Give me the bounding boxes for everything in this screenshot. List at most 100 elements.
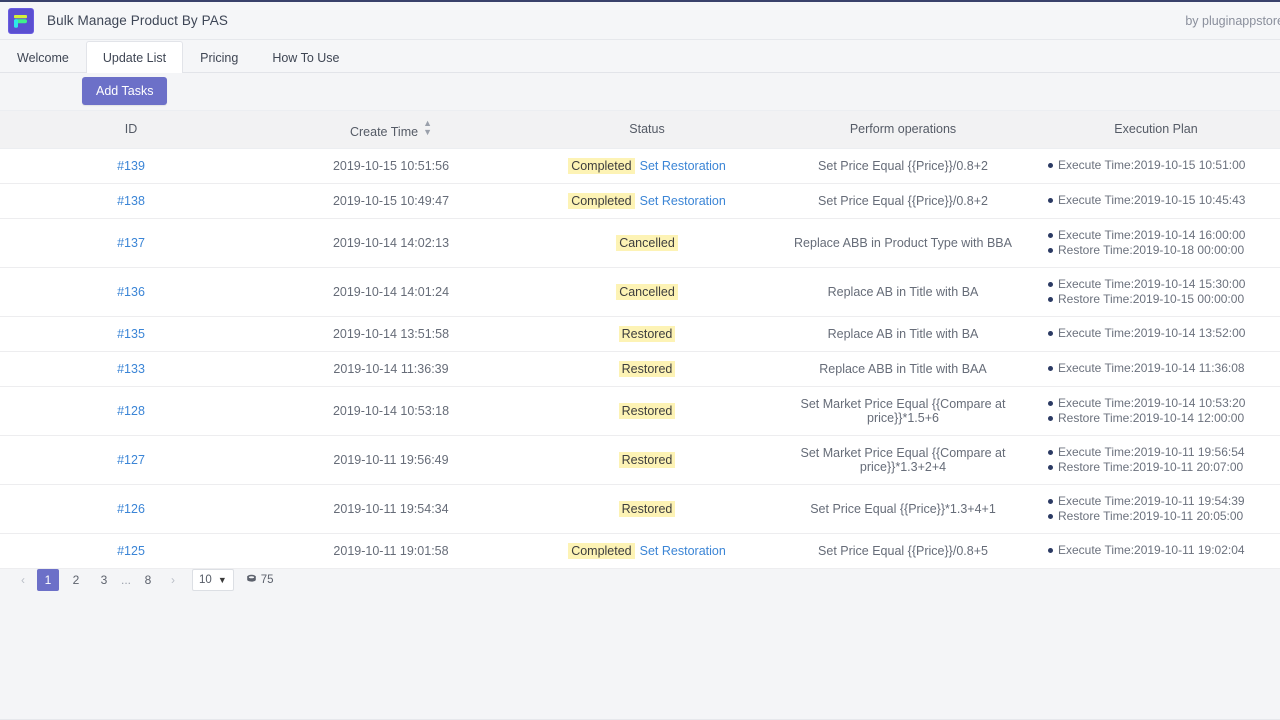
set-restoration-link[interactable]: Set Restoration [640, 544, 726, 558]
column-header-status: Status [520, 109, 774, 149]
bullet-icon [1048, 281, 1053, 287]
table-row: #136 2019-10-14 14:01:24 Cancelled Replace … [0, 267, 1280, 317]
page-size-select[interactable]: 10 ▼ [192, 568, 234, 591]
status-badge: Restored [618, 360, 676, 377]
cell-execution-plan: Execute Time:2019-10-14 15:30:00 Restore … [1032, 267, 1280, 317]
add-tasks-button[interactable]: Add Tasks [82, 77, 168, 106]
task-id-link[interactable]: #137 [117, 236, 145, 250]
cell-operation: Set Price Equal {{Price}}/0.8+2 [774, 183, 1032, 219]
bullet-icon [1048, 548, 1053, 554]
cell-operation: Set Price Equal {{Price}}*1.3+4+1 [774, 484, 1032, 534]
total-count: 75 [246, 574, 274, 586]
bullet-icon [1048, 331, 1053, 337]
execution-plan-line: Restore Time:2019-10-18 00:00:00 [1048, 243, 1274, 258]
cell-operation: Replace AB in Title with BA [774, 316, 1032, 352]
bullet-icon [1048, 247, 1053, 253]
task-id-link[interactable]: #135 [117, 327, 145, 341]
cell-id: #126 [0, 484, 262, 534]
pagination-page-1[interactable]: 1 [37, 568, 59, 591]
cell-execution-plan: Execute Time:2019-10-14 10:53:20 Restore … [1032, 386, 1280, 436]
task-id-link[interactable]: #138 [117, 194, 145, 208]
task-id-link[interactable]: #128 [117, 404, 145, 418]
column-header-execution-plan: Execution Plan [1032, 109, 1280, 149]
task-id-link[interactable]: #125 [117, 544, 145, 558]
execution-plan-text: Restore Time:2019-10-11 20:05:00 [1058, 508, 1244, 523]
cell-operation: Set Price Equal {{Price}}/0.8+2 [774, 148, 1032, 184]
cell-create-time: 2019-10-14 10:53:18 [262, 386, 520, 436]
tab-how-to-use[interactable]: How To Use [255, 41, 356, 73]
status-badge: Completed [568, 542, 635, 559]
execution-plan-text: Execute Time:2019-10-14 11:36:08 [1058, 361, 1245, 376]
execution-plan-text: Execute Time:2019-10-14 10:53:20 [1058, 395, 1246, 410]
tab-bar: Welcome Update List Pricing How To Use [0, 40, 1280, 74]
tab-welcome[interactable]: Welcome [0, 41, 86, 73]
cell-create-time: 2019-10-11 19:54:34 [262, 484, 520, 534]
pagination: ‹ 1 2 3 ... 8 › 10 ▼ 75 [0, 568, 1280, 592]
bullet-icon [1048, 449, 1053, 455]
cell-execution-plan: Execute Time:2019-10-14 16:00:00 Restore … [1032, 218, 1280, 268]
cell-operation: Replace ABB in Product Type with BBA [774, 218, 1032, 268]
bullet-icon [1048, 400, 1053, 406]
cell-execution-plan: Execute Time:2019-10-15 10:51:00 [1032, 148, 1280, 184]
pagination-next-icon[interactable]: › [162, 569, 184, 591]
pagination-page-2[interactable]: 2 [65, 569, 87, 591]
column-header-create-time[interactable]: Create Time ▲ ▼ [262, 109, 520, 149]
status-badge: Restored [618, 500, 676, 517]
execution-plan-text: Execute Time:2019-10-11 19:02:04 [1058, 543, 1245, 558]
sort-toggle-icon[interactable]: ▲ ▼ [423, 118, 432, 137]
page-size-value: 10 [199, 573, 212, 586]
bullet-icon [1048, 366, 1053, 372]
task-id-link[interactable]: #126 [117, 502, 145, 516]
pagination-prev-icon[interactable]: ‹ [12, 569, 34, 591]
table-row: #126 2019-10-11 19:54:34 Restored Set Price… [0, 484, 1280, 534]
cell-status: Restored [520, 386, 774, 436]
table-row: #137 2019-10-14 14:02:13 Cancelled Replace … [0, 218, 1280, 268]
task-id-link[interactable]: #136 [117, 285, 145, 299]
status-badge: Completed [568, 157, 635, 174]
column-header-id: ID [0, 109, 262, 149]
pagination-ellipsis: ... [121, 572, 132, 587]
tab-pricing[interactable]: Pricing [183, 41, 255, 73]
execution-plan-text: Restore Time:2019-10-14 12:00:00 [1058, 410, 1245, 425]
set-restoration-link[interactable]: Set Restoration [640, 159, 726, 173]
bullet-icon [1048, 198, 1053, 204]
execution-plan-text: Execute Time:2019-10-11 19:54:39 [1058, 493, 1245, 508]
status-badge: Completed [568, 192, 635, 209]
task-id-link[interactable]: #139 [117, 159, 145, 173]
table-header-row: ID Create Time ▲ ▼ Status Perform operatio… [0, 109, 1280, 149]
total-count-value: 75 [260, 573, 274, 586]
task-id-link[interactable]: #133 [117, 362, 145, 376]
set-restoration-link[interactable]: Set Restoration [640, 194, 726, 208]
app-logo-icon [8, 7, 34, 34]
table-row: #127 2019-10-11 19:56:49 Restored Set Marke… [0, 435, 1280, 485]
pagination-page-3[interactable]: 3 [93, 569, 115, 591]
cell-create-time: 2019-10-11 19:56:49 [262, 435, 520, 485]
database-icon [246, 574, 257, 585]
cell-execution-plan: Execute Time:2019-10-11 19:02:04 [1032, 533, 1280, 569]
cell-id: #133 [0, 351, 262, 387]
cell-execution-plan: Execute Time:2019-10-14 13:52:00 [1032, 316, 1280, 352]
cell-id: #127 [0, 435, 262, 485]
status-badge: Cancelled [616, 234, 678, 251]
execution-plan-line: Execute Time:2019-10-14 16:00:00 [1048, 228, 1274, 243]
cell-status: Cancelled [520, 267, 774, 317]
task-id-link[interactable]: #127 [117, 453, 145, 467]
cell-create-time: 2019-10-14 14:01:24 [262, 267, 520, 317]
tasks-table-container: ID Create Time ▲ ▼ Status Perform operatio… [0, 109, 1280, 569]
table-row: #138 2019-10-15 10:49:47 Completed Set Rest… [0, 183, 1280, 219]
execution-plan-line: Execute Time:2019-10-11 19:54:39 [1048, 494, 1274, 509]
cell-execution-plan: Execute Time:2019-10-15 10:45:43 [1032, 183, 1280, 219]
status-badge: Cancelled [616, 283, 678, 300]
execution-plan-line: Execute Time:2019-10-14 10:53:20 [1048, 396, 1274, 411]
bullet-icon [1048, 296, 1053, 302]
cell-create-time: 2019-10-14 11:36:39 [262, 351, 520, 387]
execution-plan-line: Execute Time:2019-10-15 10:51:00 [1048, 158, 1274, 173]
execution-plan-line: Execute Time:2019-10-11 19:02:04 [1048, 543, 1274, 558]
cell-create-time: 2019-10-15 10:51:56 [262, 148, 520, 184]
status-badge: Restored [618, 402, 676, 419]
tab-update-list[interactable]: Update List [85, 41, 184, 74]
execution-plan-text: Restore Time:2019-10-11 20:07:00 [1058, 459, 1244, 474]
cell-create-time: 2019-10-14 14:02:13 [262, 218, 520, 268]
cell-id: #137 [0, 218, 262, 268]
pagination-page-last[interactable]: 8 [137, 569, 159, 591]
